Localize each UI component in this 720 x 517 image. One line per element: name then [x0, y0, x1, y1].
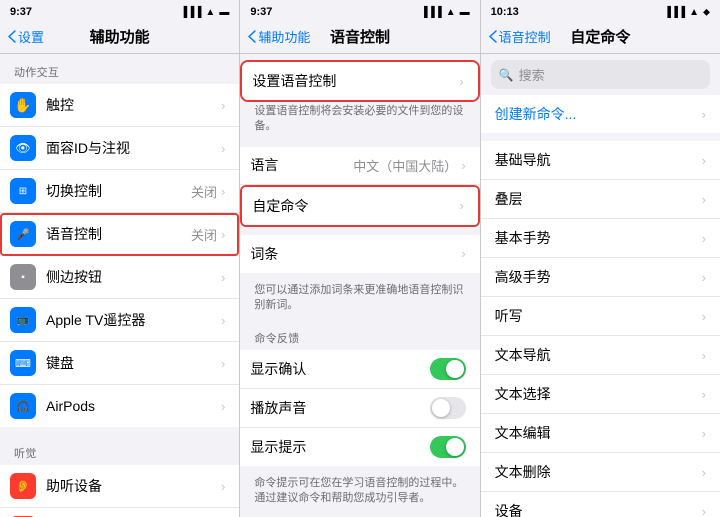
nav-title-1: 辅助功能 — [90, 26, 150, 47]
search-bar[interactable]: 🔍 搜索 — [491, 60, 710, 89]
status-bar-2: 9:37 ▐▐▐ ▲ ▬ — [240, 0, 479, 22]
list-item-show-confirm[interactable]: 显示确认 — [240, 350, 479, 389]
list-item-hearing-devices[interactable]: 👂 助听设备 › — [0, 465, 239, 508]
nav-bar-2: 辅助功能 语音控制 — [240, 22, 479, 54]
panel-custom-commands: 10:13 ▐▐▐ ▲ ⬥ 语音控制 自定命令 🔍 搜索 创建新命令... › — [481, 0, 720, 517]
list-group-actions: ✋ 触控 › 👁 面容ID与注视 › ⊞ 切换控制 关闭 › 🎤 语音控制 关 — [0, 84, 239, 427]
status-bar-1: 9:37 ▐▐▐ ▲ ▬ — [0, 0, 239, 22]
list-group-create: 创建新命令... › — [481, 95, 720, 133]
section-header-actions: 动作交互 — [0, 54, 239, 84]
list-item-sound-recognition[interactable]: 🔊 声音识别 关闭 › — [0, 508, 239, 517]
scroll-area-2[interactable]: 设置语音控制 › 设置语音控制将会安装必要的文件到您的设备。 语言 中文（中国大… — [240, 54, 479, 517]
status-icons-1: ▐▐▐ ▲ ▬ — [180, 7, 229, 18]
vocab-desc: 您可以通过添加词条来更准确地语音控制识别新词。 — [240, 281, 479, 320]
list-item-create-command[interactable]: 创建新命令... › — [481, 95, 720, 133]
toggle-play-sound[interactable] — [430, 397, 466, 419]
scroll-area-1[interactable]: 动作交互 ✋ 触控 › 👁 面容ID与注视 › ⊞ 切换控制 关闭 › — [0, 54, 239, 517]
list-item-text-selection[interactable]: 文本选择 › — [481, 375, 720, 414]
battery-icon-2: ▬ — [460, 7, 470, 18]
time-3: 10:13 — [491, 6, 519, 18]
back-button-1[interactable]: 设置 — [8, 27, 44, 46]
status-icons-3: ▐▐▐ ▲ ⬥ — [664, 7, 710, 18]
keyboard-icon: ⌨ — [10, 350, 36, 376]
wifi-icon-2: ▲ — [446, 7, 456, 18]
setup-section: 设置语音控制 › — [240, 60, 479, 102]
section-header-cmd-feedback: 命令反馈 — [240, 320, 479, 350]
list-item-language[interactable]: 语言 中文（中国大陆） › — [240, 147, 479, 185]
list-group-feedback: 显示确认 播放声音 显示提示 — [240, 350, 479, 466]
nav-bar-1: 设置 辅助功能 — [0, 22, 239, 54]
list-item-basic-navigation[interactable]: 基础导航 › — [481, 141, 720, 180]
list-item-play-sound[interactable]: 播放声音 — [240, 389, 479, 428]
battery-icon: ▬ — [219, 7, 229, 18]
list-item-overlay[interactable]: 叠层 › — [481, 180, 720, 219]
signal-icon-3: ▐▐▐ — [664, 7, 685, 18]
status-icons-2: ▐▐▐ ▲ ▬ — [420, 7, 469, 18]
scroll-area-3[interactable]: 创建新命令... › 基础导航 › 叠层 › 基本手势 › 高级手势 › — [481, 95, 720, 517]
list-item-custom-commands[interactable]: 自定命令 › — [242, 187, 477, 225]
faceid-icon: 👁 — [10, 135, 36, 161]
hint-desc: 命令提示可在您在学习语音控制的过程中。通过建议命令和帮助您成功引导者。 — [240, 474, 479, 513]
list-item-text-navigation[interactable]: 文本导航 › — [481, 336, 720, 375]
signal-icon-2: ▐▐▐ — [420, 7, 441, 18]
hearing-devices-icon: 👂 — [10, 473, 36, 499]
list-item-touch[interactable]: ✋ 触控 › — [0, 84, 239, 127]
toggle-show-confirm[interactable] — [430, 358, 466, 380]
list-item-dictation[interactable]: 听写 › — [481, 297, 720, 336]
list-item-device[interactable]: 设备 › — [481, 492, 720, 517]
list-item-appletv[interactable]: 📺 Apple TV遥控器 › — [0, 299, 239, 342]
appletv-icon: 📺 — [10, 307, 36, 333]
custom-cmd-section: 自定命令 › — [240, 185, 479, 227]
voice-control-icon: 🎤 — [10, 221, 36, 247]
time-2: 9:37 — [250, 6, 272, 18]
status-bar-3: 10:13 ▐▐▐ ▲ ⬥ — [481, 0, 720, 22]
wifi-icon: ▲ — [205, 7, 215, 18]
list-item-basic-gestures[interactable]: 基本手势 › — [481, 219, 720, 258]
time-1: 9:37 — [10, 6, 32, 18]
list-item-setup-voice[interactable]: 设置语音控制 › — [242, 62, 477, 100]
section-header-hearing: 听觉 — [0, 435, 239, 465]
touch-icon: ✋ — [10, 92, 36, 118]
list-item-advanced-gestures[interactable]: 高级手势 › — [481, 258, 720, 297]
wifi-icon-3: ▲ — [689, 7, 699, 18]
list-item-airpods[interactable]: 🎧 AirPods › — [0, 385, 239, 427]
back-button-2[interactable]: 辅助功能 — [248, 27, 310, 46]
list-group-commands: 基础导航 › 叠层 › 基本手势 › 高级手势 › 听写 › 文本导航 › — [481, 141, 720, 517]
back-button-3[interactable]: 语音控制 — [489, 27, 551, 46]
list-item-voice-control[interactable]: 🎤 语音控制 关闭 › — [0, 213, 239, 256]
airpods-icon: 🎧 — [10, 393, 36, 419]
list-item-side-button[interactable]: ▪ 侧边按钮 › — [0, 256, 239, 299]
search-placeholder: 搜索 — [519, 65, 545, 84]
signal-icon: ▐▐▐ — [180, 7, 201, 18]
list-group-vocab: 词条 › — [240, 235, 479, 273]
list-item-faceid[interactable]: 👁 面容ID与注视 › — [0, 127, 239, 170]
nav-title-3: 自定命令 — [570, 26, 630, 47]
list-item-text-editing[interactable]: 文本编辑 › — [481, 414, 720, 453]
list-group-hearing: 👂 助听设备 › 🔊 声音识别 关闭 › 🎵 音频/视觉 › CC 字幕与隐藏式… — [0, 465, 239, 517]
search-icon: 🔍 — [499, 68, 514, 82]
nav-title-2: 语音控制 — [330, 26, 390, 47]
setup-desc: 设置语音控制将会安装必要的文件到您的设备。 — [240, 102, 479, 141]
panel-voice-control: 9:37 ▐▐▐ ▲ ▬ 辅助功能 语音控制 设置语音控制 › 设置语音控制将会… — [240, 0, 480, 517]
list-item-keyboard[interactable]: ⌨ 键盘 › — [0, 342, 239, 385]
list-item-text-deletion[interactable]: 文本删除 › — [481, 453, 720, 492]
panel-accessibility: 9:37 ▐▐▐ ▲ ▬ 设置 辅助功能 动作交互 ✋ 触控 › 👁 — [0, 0, 240, 517]
section-header-overlay: 选择叠层 — [240, 512, 479, 517]
list-item-show-hint[interactable]: 显示提示 — [240, 428, 479, 466]
battery-icon-3: ⬥ — [703, 7, 710, 18]
toggle-show-hint[interactable] — [430, 436, 466, 458]
list-item-switch-control[interactable]: ⊞ 切换控制 关闭 › — [0, 170, 239, 213]
list-group-language: 语言 中文（中国大陆） › 自定命令 › — [240, 147, 479, 227]
nav-bar-3: 语音控制 自定命令 — [481, 22, 720, 54]
side-button-icon: ▪ — [10, 264, 36, 290]
list-item-vocab[interactable]: 词条 › — [240, 235, 479, 273]
switch-control-icon: ⊞ — [10, 178, 36, 204]
